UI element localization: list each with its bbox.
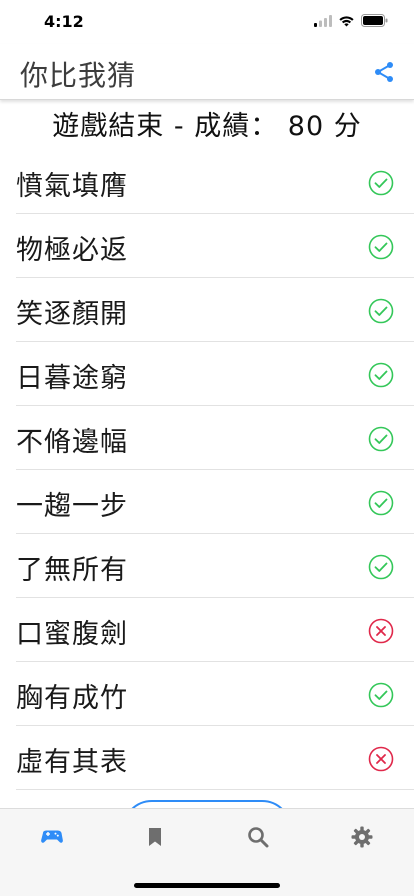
list-item[interactable]: 物極必返 [16, 214, 414, 278]
list-item[interactable]: 了無所有 [16, 534, 414, 598]
status-time: 4:12 [44, 12, 84, 31]
list-item-text: 虛有其表 [16, 747, 128, 778]
gamepad-icon[interactable] [40, 825, 64, 849]
list-item-text: 了無所有 [16, 555, 128, 586]
check-circle-icon [368, 490, 394, 516]
check-circle-icon [368, 682, 394, 708]
list-item-text: 笑逐顏開 [16, 299, 128, 330]
share-icon[interactable] [372, 60, 396, 84]
check-circle-icon [368, 298, 394, 324]
list-item[interactable]: 不脩邊幅 [16, 406, 414, 470]
list-item[interactable]: 虛有其表 [16, 726, 414, 790]
list-item-text: 物極必返 [16, 235, 128, 266]
search-icon[interactable] [246, 825, 270, 849]
answer-list: 憤氣填膺物極必返笑逐顏開日暮途窮不脩邊幅一趨一步了無所有口蜜腹劍胸有成竹虛有其表 [0, 150, 414, 790]
check-circle-icon [368, 554, 394, 580]
list-item[interactable]: 口蜜腹劍 [16, 598, 414, 662]
home-indicator [134, 883, 280, 888]
status-icons [314, 14, 388, 27]
x-circle-icon [368, 746, 394, 772]
list-item[interactable]: 一趨一步 [16, 470, 414, 534]
list-item-text: 一趨一步 [16, 491, 128, 522]
check-circle-icon [368, 234, 394, 260]
list-item[interactable]: 胸有成竹 [16, 662, 414, 726]
list-item-text: 日暮途窮 [16, 363, 128, 394]
gear-icon[interactable] [350, 825, 374, 849]
nav-bar: 你比我猜 [0, 44, 414, 100]
x-circle-icon [368, 618, 394, 644]
check-circle-icon [368, 362, 394, 388]
tab-bar [0, 808, 414, 896]
list-item[interactable]: 日暮途窮 [16, 342, 414, 406]
list-item-text: 不脩邊幅 [16, 427, 128, 458]
battery-icon [361, 14, 388, 27]
status-bar: 4:12 [0, 0, 414, 44]
page-title: 你比我猜 [20, 59, 137, 92]
signal-icon [314, 14, 332, 27]
bookmark-icon[interactable] [143, 825, 167, 849]
list-item[interactable]: 憤氣填膺 [16, 150, 414, 214]
list-item-text: 胸有成竹 [16, 683, 128, 714]
check-circle-icon [368, 170, 394, 196]
wifi-icon [339, 15, 354, 26]
list-item[interactable]: 笑逐顏開 [16, 278, 414, 342]
list-item-text: 口蜜腹劍 [16, 619, 128, 650]
list-item-text: 憤氣填膺 [16, 171, 128, 202]
check-circle-icon [368, 426, 394, 452]
result-heading: 遊戲結束 - 成績： 80 分 [52, 111, 362, 142]
